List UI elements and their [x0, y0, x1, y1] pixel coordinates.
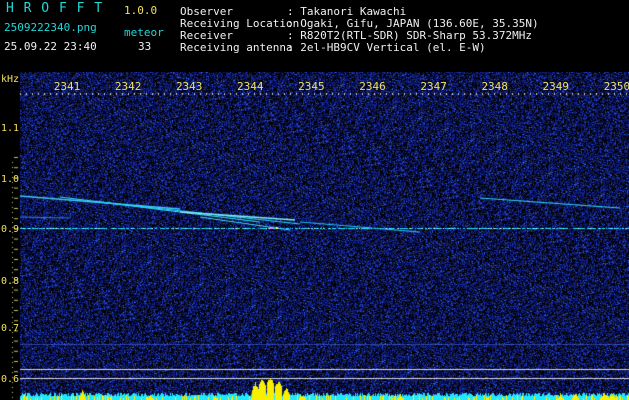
y-axis-unit: kHz [1, 74, 20, 85]
x-tick-label: 2343 [175, 80, 203, 93]
count-label: 33 [138, 40, 152, 53]
waterfall-spectrogram[interactable] [0, 72, 629, 400]
y-tick-label: 1.0 [1, 174, 20, 185]
x-tick-label: 2349 [542, 80, 570, 93]
antenna-value: : 2el-HB9CV Vertical (el. E-W) [287, 41, 486, 54]
y-tick-label: 0.9 [1, 224, 20, 235]
y-tick-label: 1.1 [1, 123, 20, 134]
x-tick-label: 2345 [298, 80, 325, 93]
x-tick-label: 2350 [603, 80, 629, 93]
header-panel: H R O F F T 1.0.0 2509222340.png meteor … [0, 0, 629, 72]
antenna-label: Receiving antenna [180, 41, 293, 54]
x-tick-label: 2346 [359, 80, 386, 93]
y-tick-label: 0.8 [1, 276, 20, 287]
app-version: 1.0.0 [124, 4, 158, 17]
mode-label: meteor [124, 26, 164, 39]
filename-label: 2509222340.png [4, 21, 97, 34]
x-tick-label: 2341 [53, 80, 81, 93]
y-tick-label: 0.6 [1, 374, 20, 385]
x-tick-label: 2347 [420, 80, 447, 93]
app-logo: H R O F F T [6, 1, 104, 16]
datetime-label: 25.09.22 23:40 [4, 40, 97, 53]
y-tick-label: 0.7 [1, 323, 20, 334]
x-tick-label: 2348 [481, 80, 508, 93]
x-tick-label: 2344 [237, 80, 264, 93]
x-tick-label: 2342 [114, 80, 142, 93]
